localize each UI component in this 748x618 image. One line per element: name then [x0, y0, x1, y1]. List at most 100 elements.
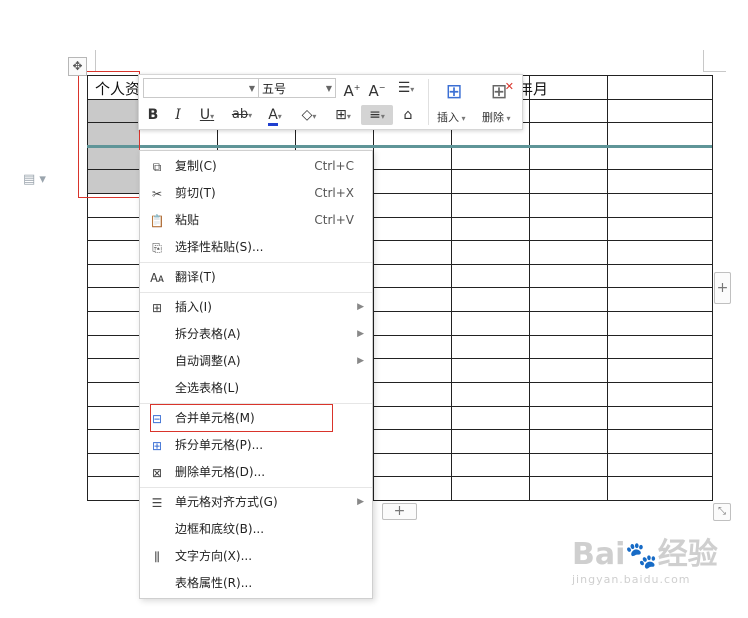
table-cell[interactable]	[373, 429, 452, 454]
table-cell[interactable]	[607, 145, 713, 171]
delete-table-big-icon[interactable]: ⊞ ✕	[484, 78, 514, 104]
insert-table-big-icon[interactable]: ⊞	[439, 78, 469, 104]
add-column-button[interactable]: +	[714, 272, 731, 304]
table-cell[interactable]	[451, 476, 530, 501]
table-cell[interactable]	[373, 145, 452, 171]
table-cell[interactable]	[451, 429, 530, 454]
menu-item-split-table[interactable]: 拆分表格(A) ▶	[140, 321, 372, 348]
font-name-select[interactable]: ▼	[143, 78, 259, 98]
table-resize-handle-icon[interactable]: ⤡	[713, 503, 731, 521]
font-size-select[interactable]: 五号 ▼	[258, 78, 336, 98]
underline-icon[interactable]: U▾	[193, 105, 221, 125]
table-cell[interactable]	[607, 193, 713, 218]
table-cell[interactable]	[373, 169, 452, 195]
menu-item-delete-cells[interactable]: ⊠ 删除单元格(D)...	[140, 459, 372, 486]
table-cell[interactable]	[451, 287, 530, 313]
table-cell[interactable]	[373, 452, 452, 478]
table-cell[interactable]	[451, 169, 530, 195]
table-cell[interactable]	[529, 240, 608, 265]
table-cell[interactable]	[87, 334, 140, 360]
menu-item-select-table[interactable]: 全选表格(L)	[140, 375, 372, 402]
shading-fill-icon[interactable]: ◇▾	[294, 105, 324, 125]
table-cell[interactable]	[87, 263, 140, 289]
table-cell[interactable]	[607, 98, 713, 124]
table-cell[interactable]	[451, 263, 530, 289]
line-spacing-icon[interactable]: ☰▾	[391, 78, 421, 98]
table-cell[interactable]	[87, 358, 140, 383]
table-cell[interactable]	[373, 216, 452, 242]
table-cell[interactable]	[87, 429, 140, 454]
table-cell[interactable]	[373, 358, 452, 383]
menu-item-insert[interactable]: ⊞ 插入(I) ▶	[140, 294, 372, 321]
table-cell[interactable]	[373, 334, 452, 360]
table-cell[interactable]	[529, 405, 608, 431]
table-cell[interactable]	[373, 193, 452, 218]
menu-item-borders-shading[interactable]: 边框和底纹(B)...	[140, 516, 372, 543]
table-cell[interactable]	[607, 334, 713, 360]
align-icon[interactable]: ≡▾	[361, 105, 393, 125]
table-cell[interactable]	[529, 216, 608, 242]
table-cell[interactable]	[451, 334, 530, 360]
table-cell[interactable]	[529, 311, 608, 336]
table-cell[interactable]	[607, 476, 713, 501]
table-cell[interactable]	[451, 452, 530, 478]
table-cell[interactable]	[87, 405, 140, 431]
table-move-handle-icon[interactable]: ✥	[68, 57, 87, 76]
menu-item-paste-special[interactable]: ⎘ 选择性粘贴(S)...	[140, 234, 372, 261]
table-cell[interactable]	[373, 311, 452, 336]
grow-font-icon[interactable]: A+	[342, 78, 362, 100]
table-cell[interactable]	[607, 405, 713, 431]
table-cell[interactable]	[607, 216, 713, 242]
table-cell[interactable]	[607, 169, 713, 195]
table-cell[interactable]	[529, 169, 608, 195]
table-cell[interactable]	[451, 240, 530, 265]
table-cell[interactable]	[529, 122, 608, 147]
table-cell[interactable]	[529, 429, 608, 454]
table-cell[interactable]	[607, 429, 713, 454]
table-cell[interactable]	[607, 122, 713, 147]
shrink-font-icon[interactable]: A−	[367, 78, 387, 100]
table-cell[interactable]	[607, 358, 713, 383]
document-outline-icon[interactable]: ▤ ▾	[23, 172, 46, 187]
table-cell[interactable]	[529, 358, 608, 383]
table-cell[interactable]	[451, 216, 530, 242]
menu-item-cut[interactable]: ✂ 剪切(T) Ctrl+X	[140, 180, 372, 207]
add-row-button[interactable]: +	[382, 503, 417, 520]
table-cell[interactable]	[87, 381, 140, 407]
menu-item-table-properties[interactable]: 表格属性(R)...	[140, 570, 372, 597]
table-cell[interactable]	[529, 193, 608, 218]
menu-item-copy[interactable]: ⧉ 复制(C) Ctrl+C	[140, 153, 372, 180]
table-cell[interactable]	[607, 263, 713, 289]
table-cell[interactable]	[87, 216, 140, 242]
table-cell[interactable]	[87, 452, 140, 478]
table-cell[interactable]	[529, 476, 608, 501]
table-cell[interactable]	[373, 240, 452, 265]
table-cell[interactable]	[373, 287, 452, 313]
table-cell[interactable]	[451, 405, 530, 431]
table-cell[interactable]	[451, 193, 530, 218]
menu-item-cell-alignment[interactable]: ☰ 单元格对齐方式(G) ▶	[140, 489, 372, 516]
table-cell[interactable]	[451, 381, 530, 407]
table-cell[interactable]	[607, 311, 713, 336]
borders-icon[interactable]: ⊞▾	[328, 105, 358, 125]
table-cell[interactable]	[451, 311, 530, 336]
table-cell[interactable]	[373, 405, 452, 431]
table-cell[interactable]	[373, 263, 452, 289]
table-cell[interactable]	[87, 240, 140, 265]
menu-item-translate[interactable]: 🗛 翻译(T)	[140, 264, 372, 291]
table-cell[interactable]	[451, 358, 530, 383]
table-cell[interactable]	[529, 98, 608, 124]
strikethrough-icon[interactable]: ab▾	[225, 105, 259, 125]
table-cell[interactable]	[529, 452, 608, 478]
delete-button[interactable]: 删除 ▾	[482, 109, 511, 125]
table-cell[interactable]	[529, 287, 608, 313]
table-cell[interactable]	[87, 311, 140, 336]
menu-item-split-cells[interactable]: ⊞ 拆分单元格(P)...	[140, 432, 372, 459]
table-cell[interactable]	[529, 381, 608, 407]
table-cell[interactable]	[87, 476, 140, 501]
table-cell[interactable]	[451, 145, 530, 171]
table-cell[interactable]	[529, 145, 608, 171]
table-cell[interactable]	[87, 287, 140, 313]
table-cell[interactable]	[607, 452, 713, 478]
table-cell[interactable]	[529, 263, 608, 289]
